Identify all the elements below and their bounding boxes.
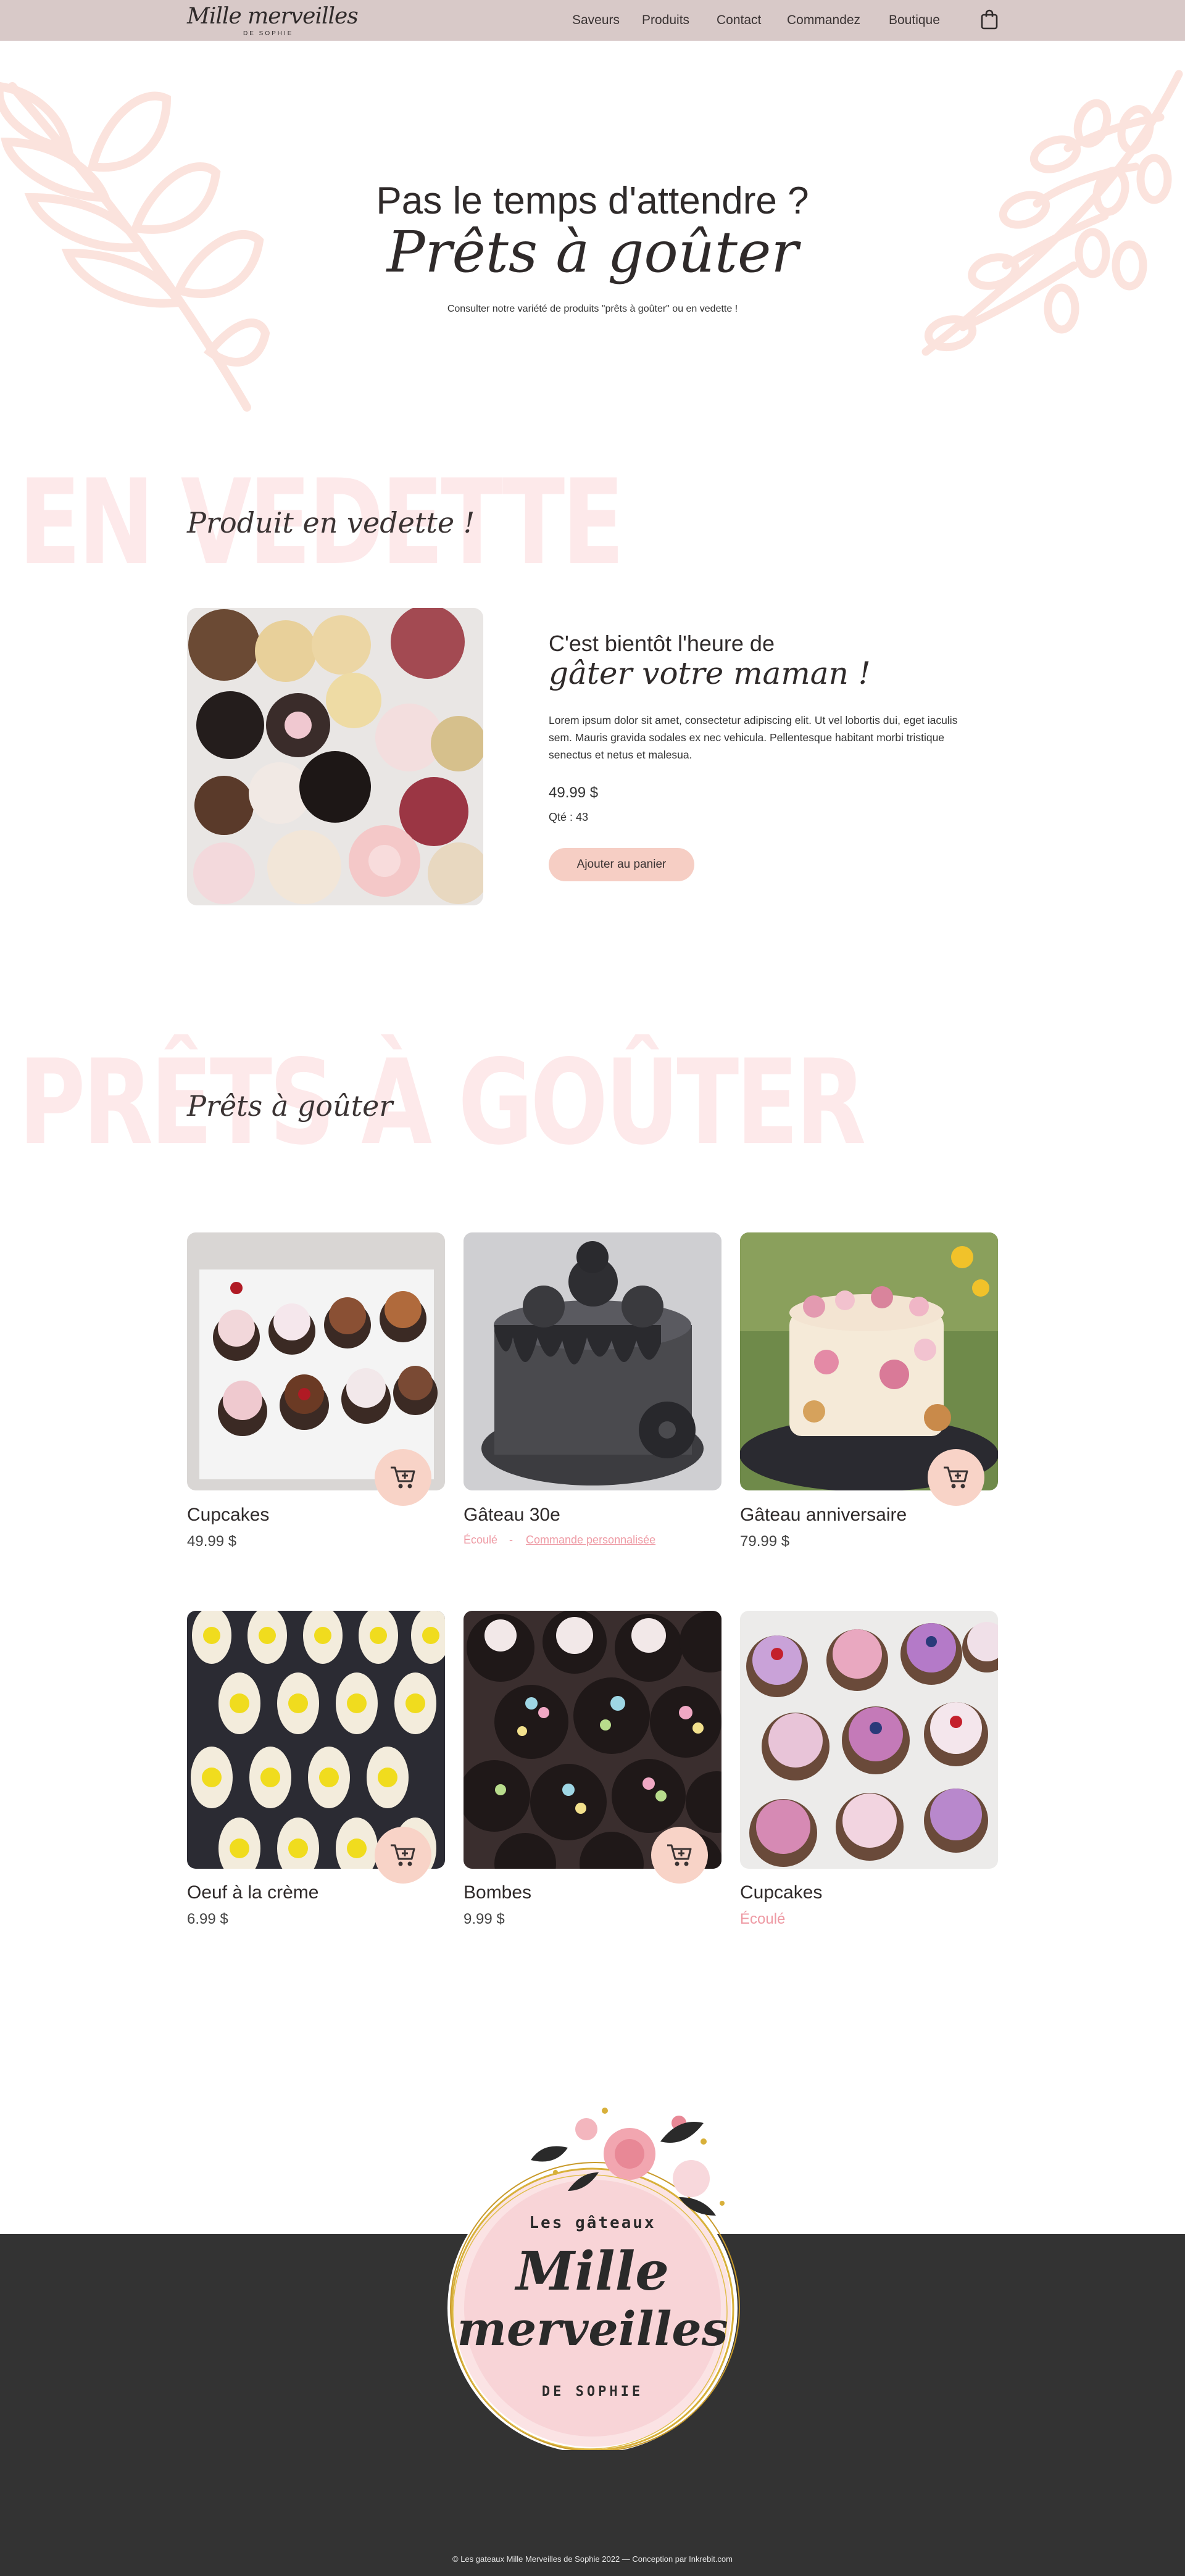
sold-out-label: Écoulé [464, 1534, 498, 1546]
hero-script-title: Prêts à goûter [386, 219, 799, 285]
brand-name: Mille merveilles [187, 4, 359, 29]
add-to-cart-icon[interactable] [375, 1449, 431, 1506]
footer-logo-line2: merveilles [457, 2301, 728, 2356]
add-to-cart-button[interactable]: Ajouter au panier [549, 848, 694, 881]
product-name[interactable]: Oeuf à la crème [187, 1882, 318, 1903]
ready-bg-title: PRÊTS À GOÛTER [19, 1034, 866, 1171]
product-price: 6.99 $ [187, 1911, 228, 1927]
featured-heading: C'est bientôt l'heure de [549, 631, 775, 656]
featured-price: 49.99 $ [549, 784, 599, 801]
brand-logo[interactable]: Mille merveilles DE SOPHIE [187, 4, 359, 38]
custom-order-link[interactable]: Commande personnalisée [526, 1534, 655, 1547]
featured-quantity: Qté : 43 [549, 811, 589, 823]
shopping-bag-icon[interactable] [980, 9, 999, 30]
add-to-cart-icon[interactable] [928, 1449, 984, 1506]
footer-brand-logo: Les gâteaux Mille merveilles DE SOPHIE [447, 2108, 740, 2450]
product-price: 79.99 $ [740, 1533, 790, 1550]
nav-item-boutique[interactable]: Boutique [889, 13, 940, 28]
footer-copyright: © Les gateaux Mille Merveilles de Sophie… [452, 2554, 733, 2564]
product-price: 9.99 $ [464, 1911, 505, 1927]
product-image-cupcakes-2[interactable] [740, 1611, 998, 1869]
footer-logo-line1: Mille [514, 2240, 669, 2303]
nav-item-produits[interactable]: Produits [642, 13, 689, 28]
nav-item-contact[interactable]: Contact [717, 13, 761, 28]
add-to-cart-icon[interactable] [651, 1827, 708, 1884]
product-name[interactable]: Gâteau 30e [464, 1505, 560, 1526]
nav-item-commandez[interactable]: Commandez [787, 13, 860, 28]
featured-product-image[interactable] [187, 608, 483, 905]
featured-script-heading: gâter votre maman ! [549, 655, 871, 691]
product-name[interactable]: Cupcakes [740, 1882, 822, 1903]
product-image-gateau-30e[interactable] [464, 1232, 721, 1490]
featured-description: Lorem ipsum dolor sit amet, consectetur … [549, 714, 958, 761]
footer-logo-bottom-text: DE SOPHIE [542, 2384, 643, 2399]
hero-title: Pas le temps d'attendre ? [376, 180, 809, 222]
add-to-cart-icon[interactable] [375, 1827, 431, 1884]
featured-section-title: Produit en vedette ! [187, 506, 475, 539]
ready-section-title: Prêts à goûter [187, 1089, 393, 1123]
hero-description: Consulter notre variété de produits "prê… [447, 304, 738, 314]
nav-item-saveurs[interactable]: Saveurs [572, 13, 620, 28]
top-navbar: Mille merveilles DE SOPHIE Saveurs Produ… [0, 0, 1185, 41]
brand-subtitle: DE SOPHIE [243, 30, 294, 37]
product-name[interactable]: Bombes [464, 1882, 531, 1903]
sold-out-label: Écoulé [740, 1911, 786, 1927]
product-name[interactable]: Gâteau anniversaire [740, 1505, 907, 1526]
product-name[interactable]: Cupcakes [187, 1505, 269, 1526]
footer-logo-top-text: Les gâteaux [529, 2214, 655, 2232]
separator: - [509, 1534, 513, 1546]
product-price: 49.99 $ [187, 1533, 237, 1550]
